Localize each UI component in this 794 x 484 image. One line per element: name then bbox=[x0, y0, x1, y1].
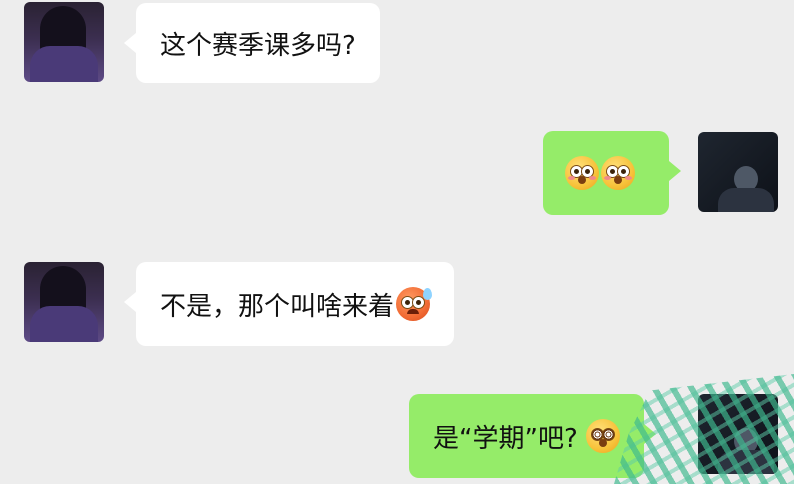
message-text: 是“学期”吧? bbox=[433, 423, 578, 454]
dizzy-face-icon bbox=[585, 419, 620, 453]
hot-face-icon bbox=[396, 287, 433, 321]
flushed-face-icon bbox=[601, 156, 635, 190]
message-text: 不是，那个叫啥来着 bbox=[160, 291, 395, 322]
flushed-face-icon bbox=[565, 156, 599, 190]
contact-avatar[interactable] bbox=[24, 262, 104, 342]
message-text: 这个赛季课多吗? bbox=[160, 30, 356, 61]
message-bubble-incoming[interactable]: 这个赛季课多吗? bbox=[124, 3, 380, 83]
contact-avatar[interactable] bbox=[24, 2, 104, 82]
message-bubble-incoming[interactable]: 不是，那个叫啥来着 bbox=[123, 262, 455, 346]
redaction-scribble bbox=[614, 374, 794, 484]
own-avatar[interactable] bbox=[698, 132, 778, 212]
message-bubble-outgoing[interactable] bbox=[543, 131, 681, 215]
message-bubble-outgoing[interactable]: 是“学期”吧? bbox=[409, 394, 656, 478]
